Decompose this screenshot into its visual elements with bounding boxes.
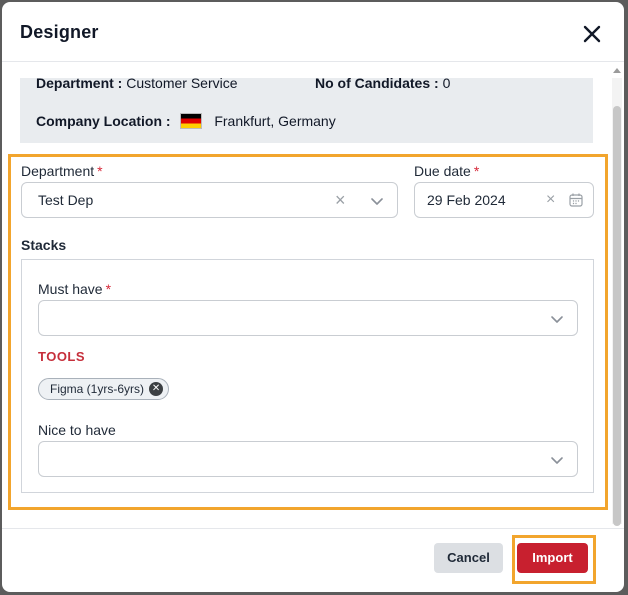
modal-header: Designer	[2, 2, 624, 62]
required-mark: *	[473, 163, 480, 179]
due-date-label-text: Due date	[414, 163, 471, 179]
department-select-value: Test Dep	[38, 192, 94, 208]
skill-chip-label: Figma (1yrs-6yrs)	[50, 382, 145, 396]
must-have-select[interactable]	[38, 300, 578, 336]
stacks-title: Stacks	[21, 237, 67, 253]
must-have-label: Must have *	[38, 281, 111, 297]
chevron-down-icon[interactable]	[550, 312, 564, 326]
due-date-value: 29 Feb 2024	[427, 192, 506, 208]
department-info: Department : Customer Service	[36, 75, 238, 91]
location-info-key: Company Location :	[36, 113, 171, 129]
cancel-button[interactable]: Cancel	[434, 543, 503, 573]
nice-to-have-label-text: Nice to have	[38, 422, 116, 438]
department-label: Department *	[21, 163, 103, 179]
company-location-info: Company Location : Frankfurt, Germany	[36, 113, 336, 129]
due-date-label: Due date *	[414, 163, 479, 179]
department-info-key: Department :	[36, 75, 123, 91]
required-mark: *	[97, 163, 103, 179]
skill-chip: Figma (1yrs-6yrs) ✕	[38, 378, 170, 400]
department-info-value: Customer Service	[126, 75, 238, 91]
modal-title: Designer	[20, 22, 99, 42]
nice-to-have-label: Nice to have	[38, 422, 116, 438]
designer-modal: Designer Department : Customer Service N…	[2, 2, 624, 592]
department-select[interactable]: Test Dep ×	[21, 182, 398, 218]
job-info-card: Department : Customer Service No of Cand…	[20, 75, 593, 143]
chevron-down-icon[interactable]	[370, 194, 384, 208]
scrollbar-thumb[interactable]	[613, 106, 621, 526]
must-have-label-text: Must have	[38, 281, 103, 297]
close-icon[interactable]	[580, 22, 604, 46]
clear-date-icon[interactable]: ×	[546, 192, 555, 208]
nice-to-have-select[interactable]	[38, 441, 578, 477]
required-mark: *	[105, 281, 112, 297]
department-label-text: Department	[21, 163, 95, 179]
modal-body: Department : Customer Service No of Cand…	[2, 63, 624, 527]
location-info-value: Frankfurt, Germany	[214, 113, 336, 129]
scroll-up-arrow-icon[interactable]	[613, 68, 621, 73]
clear-department-icon[interactable]: ×	[335, 191, 346, 209]
germany-flag-icon	[180, 113, 203, 129]
candidates-info-key: No of Candidates :	[315, 75, 439, 91]
import-button[interactable]: Import	[517, 543, 588, 573]
candidates-info: No of Candidates : 0	[315, 75, 450, 91]
due-date-picker[interactable]: 29 Feb 2024 ×	[414, 182, 594, 218]
candidates-info-value: 0	[442, 75, 451, 91]
remove-chip-icon[interactable]: ✕	[149, 382, 164, 396]
tools-category-label: TOOLS	[38, 349, 86, 364]
calendar-icon[interactable]	[568, 192, 584, 208]
chevron-down-icon[interactable]	[550, 453, 564, 467]
